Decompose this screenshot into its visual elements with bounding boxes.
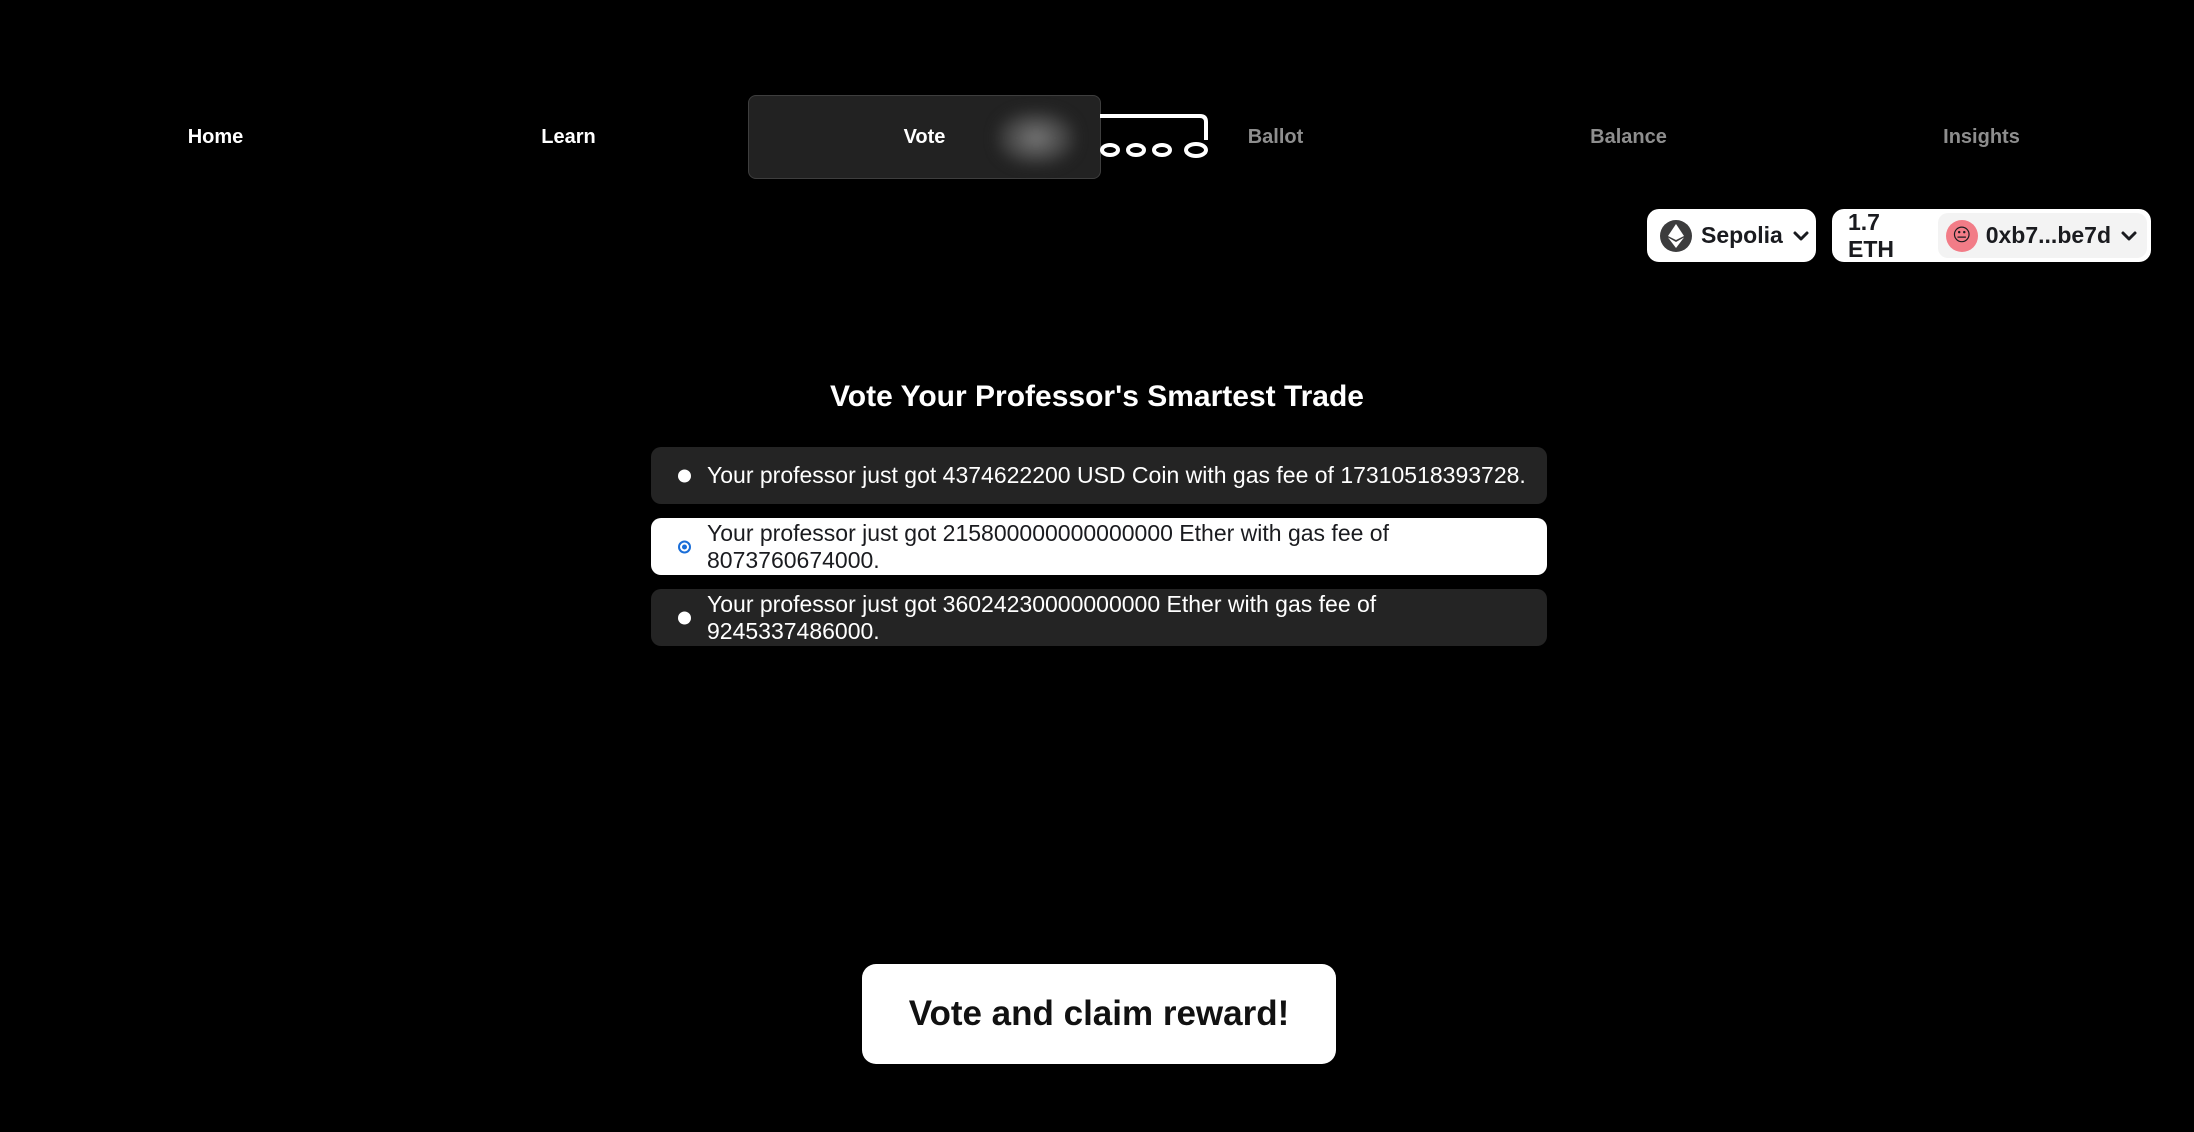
vote-option-label: Your professor just got 2158000000000000… <box>707 519 1389 573</box>
vote-option-label: Your professor just got 3602423000000000… <box>707 590 1377 644</box>
nav-balance-label: Balance <box>1590 125 1667 148</box>
nav-learn-label: Learn <box>541 125 596 148</box>
vote-page: Home Learn Vote Ballot Balance Insights <box>0 0 2194 1132</box>
network-name: Sepolia <box>1701 222 1783 248</box>
vote-options-list: Your professor just got 4374622200 USD C… <box>651 447 1547 660</box>
radio-button[interactable] <box>678 611 691 624</box>
nav-home-label: Home <box>187 125 244 148</box>
vote-option-selected[interactable]: Your professor just got 2158000000000000… <box>651 518 1547 575</box>
blurred-logo-overlay <box>996 110 1076 166</box>
chevron-down-icon <box>2121 231 2137 240</box>
nav-insights-label: Insights <box>1943 125 2020 148</box>
vote-option[interactable]: Your professor just got 3602423000000000… <box>651 589 1547 646</box>
account-button[interactable]: 1.7 ETH 😐 0xb7...be7d <box>1832 209 2151 262</box>
nav-learn[interactable]: Learn <box>392 95 745 179</box>
radio-button[interactable] <box>678 469 691 482</box>
page-title: Vote Your Professor's Smartest Trade <box>830 380 1364 413</box>
nav-ballot-label: Ballot <box>1247 125 1304 148</box>
nav-vote-label: Vote <box>903 125 946 148</box>
radio-button-checked[interactable] <box>678 540 691 553</box>
eth-balance: 1.7 ETH <box>1848 208 1894 262</box>
logo-squiggle-icon <box>1100 114 1208 158</box>
nav-home[interactable]: Home <box>39 95 392 179</box>
nav-vote[interactable]: Vote <box>748 95 1101 179</box>
avatar: 😐 <box>1945 219 1978 252</box>
nav-insights[interactable]: Insights <box>1805 95 2158 179</box>
vote-claim-reward-button[interactable]: Vote and claim reward! <box>862 964 1336 1064</box>
ethereum-icon <box>1660 219 1692 252</box>
nav-balance[interactable]: Balance <box>1452 95 1805 179</box>
network-selector-button[interactable]: Sepolia <box>1647 209 1816 262</box>
vote-option[interactable]: Your professor just got 4374622200 USD C… <box>651 447 1547 504</box>
vote-option-label: Your professor just got 4374622200 USD C… <box>707 462 1526 488</box>
account-address-pill[interactable]: 😐 0xb7...be7d <box>1937 213 2147 258</box>
account-address: 0xb7...be7d <box>1985 222 2111 248</box>
chevron-down-icon <box>1793 231 1809 240</box>
main-nav: Home Learn Vote Ballot Balance Insights <box>0 95 2194 179</box>
